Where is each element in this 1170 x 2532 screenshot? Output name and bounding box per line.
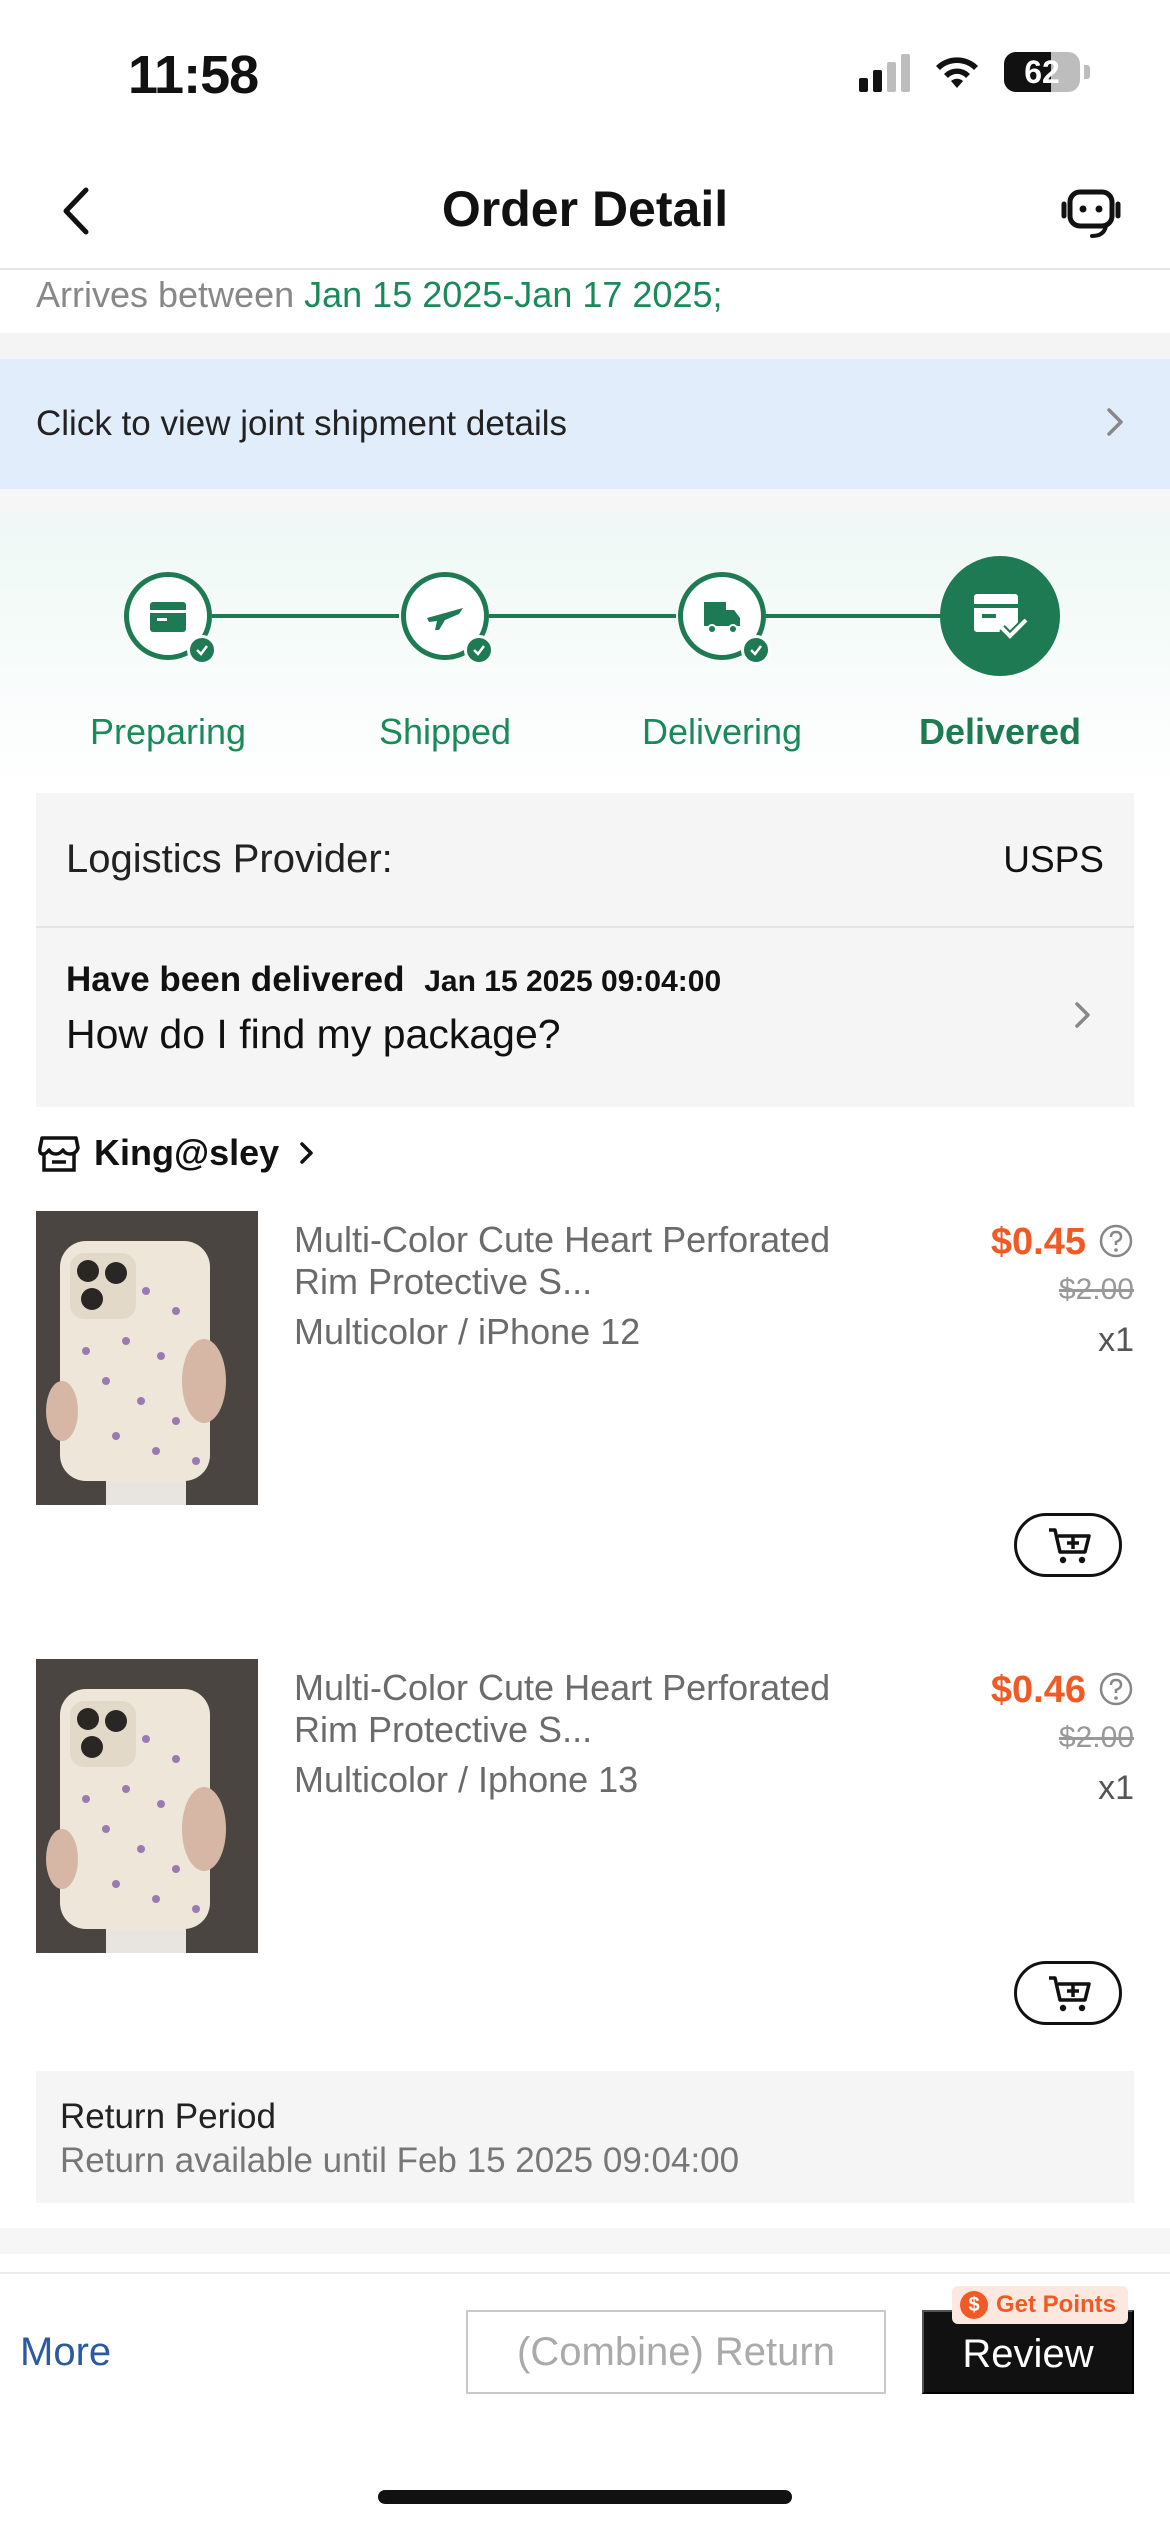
product-quantity: x1	[1098, 1769, 1134, 1807]
progress-connector	[766, 614, 941, 618]
add-to-cart-icon	[1049, 1528, 1091, 1564]
truck-icon	[704, 602, 740, 634]
joint-shipment-banner[interactable]: Click to view joint shipment details	[0, 359, 1170, 489]
product-image[interactable]	[36, 1659, 258, 1953]
product-title: Multi-Color Cute Heart Perforated Rim Pr…	[294, 1219, 831, 1302]
product-variant: Multicolor / iPhone 12	[294, 1311, 641, 1352]
delivery-status: Have been delivered Jan 15 2025 09:04:00	[66, 960, 721, 1000]
check-icon	[187, 635, 217, 665]
step-label-delivering: Delivering	[641, 711, 803, 752]
return-period-card: Return Period Return available until Feb…	[36, 2071, 1134, 2203]
status-icons: 62	[859, 52, 1090, 92]
combine-return-button[interactable]: (Combine) Return	[466, 2310, 886, 2394]
check-icon	[464, 635, 494, 665]
arrival-prefix: Arrives between	[36, 274, 295, 315]
store-link[interactable]: King@sley	[36, 1128, 323, 1178]
step-delivering-icon	[678, 572, 771, 665]
logistics-provider-row: Logistics Provider: USPS	[36, 793, 1134, 928]
step-label-delivered: Delivered	[918, 711, 1082, 752]
logistics-card: Logistics Provider: USPS Have been deliv…	[36, 793, 1134, 1107]
store-icon	[38, 1136, 80, 1172]
battery-icon: 62	[1004, 52, 1080, 92]
wifi-icon	[936, 57, 978, 88]
check-icon	[741, 635, 771, 665]
get-points-badge: $ Get Points	[952, 2286, 1129, 2324]
status-time: 11:58	[128, 45, 259, 105]
progress-connector	[212, 614, 399, 618]
product-price: $0.46	[990, 1669, 1086, 1711]
step-preparing-icon	[124, 572, 217, 665]
robot-support-icon	[1061, 189, 1121, 238]
cellular-signal-icon	[859, 52, 910, 92]
return-period-detail: Return available until Feb 15 2025 09:04…	[60, 2141, 740, 2180]
phone-case-image	[36, 1211, 258, 1505]
product-original-price: $2.00	[1058, 1721, 1134, 1754]
help-icon[interactable]	[1098, 1671, 1134, 1707]
find-package-link: How do I find my package?	[66, 1011, 561, 1057]
product-variant: Multicolor / Iphone 13	[294, 1759, 639, 1800]
chevron-right-icon	[1075, 1002, 1090, 1028]
section-divider	[0, 489, 1170, 513]
arrival-info: Arrives between Jan 15 2025-Jan 17 2025;	[36, 274, 722, 316]
status-bar: 11:58 62	[0, 0, 1170, 150]
customer-service-button[interactable]	[1056, 176, 1126, 246]
battery-tip	[1084, 65, 1090, 79]
arrival-dates: Jan 15 2025-Jan 17 2025;	[304, 274, 723, 315]
add-to-cart-button[interactable]	[1014, 1513, 1122, 1577]
product-original-price: $2.00	[1058, 1273, 1134, 1306]
chevron-right-icon	[1107, 408, 1123, 436]
logistics-provider-value: USPS	[1003, 839, 1104, 880]
get-points-label: Get Points	[996, 2291, 1117, 2318]
coin-icon: $	[960, 2291, 988, 2319]
step-delivered-icon	[940, 556, 1060, 676]
joint-shipment-label: Click to view joint shipment details	[36, 404, 568, 443]
step-label-preparing: Preparing	[89, 711, 247, 752]
add-to-cart-icon	[1049, 1976, 1091, 2012]
add-to-cart-button[interactable]	[1014, 1961, 1122, 2025]
more-button[interactable]: More	[20, 2330, 111, 2375]
box-icon	[150, 602, 186, 632]
help-icon[interactable]	[1098, 1223, 1134, 1259]
return-period-title: Return Period	[60, 2097, 276, 2136]
logistics-provider-label: Logistics Provider:	[66, 837, 393, 881]
tracking-row[interactable]: Have been delivered Jan 15 2025 09:04:00…	[36, 928, 1134, 1107]
order-item[interactable]: Multi-Color Cute Heart Perforated Rim Pr…	[36, 1211, 1134, 1621]
step-label-shipped: Shipped	[378, 711, 512, 752]
phone-case-image	[36, 1659, 258, 1953]
section-divider	[0, 333, 1170, 359]
plane-icon	[427, 608, 463, 630]
page-title: Order Detail	[441, 181, 729, 237]
delivery-status-text: Have been delivered	[66, 960, 405, 999]
battery-level: 62	[1024, 54, 1060, 90]
delivered-package-icon	[974, 594, 1029, 642]
nav-header: Order Detail	[0, 150, 1170, 270]
step-shipped-icon	[401, 572, 494, 665]
delivery-time: Jan 15 2025 09:04:00	[424, 965, 722, 998]
store-name: King@sley	[94, 1132, 280, 1173]
progress-connector	[489, 614, 676, 618]
chevron-right-icon	[300, 1142, 313, 1164]
product-price: $0.45	[990, 1221, 1086, 1263]
shipment-progress: Preparing Shipped Delivering Delivered	[0, 513, 1170, 793]
home-indicator[interactable]	[378, 2490, 792, 2504]
product-image[interactable]	[36, 1211, 258, 1505]
product-quantity: x1	[1098, 1321, 1134, 1359]
section-divider	[0, 2228, 1170, 2254]
product-title: Multi-Color Cute Heart Perforated Rim Pr…	[294, 1667, 831, 1750]
order-item[interactable]: Multi-Color Cute Heart Perforated Rim Pr…	[36, 1659, 1134, 2069]
